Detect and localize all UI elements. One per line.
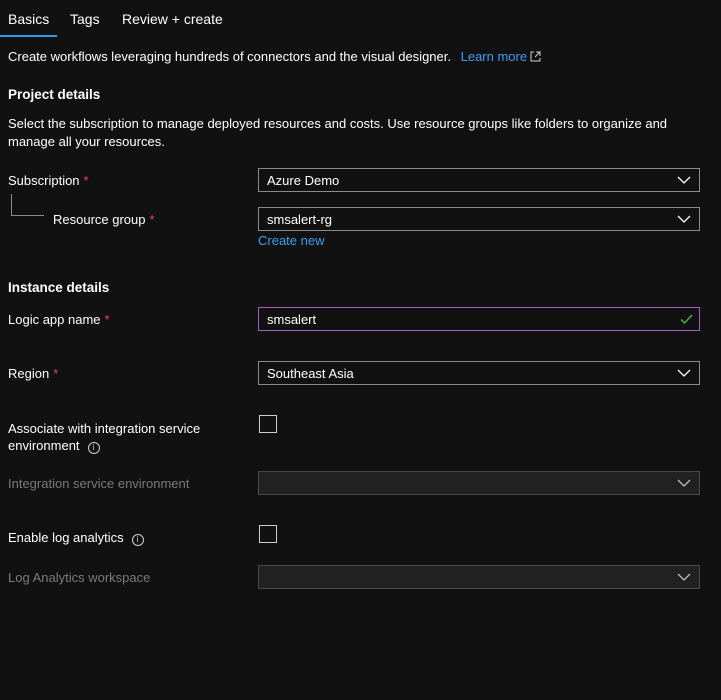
log-analytics-label-text: Enable log analytics	[8, 530, 124, 545]
region-dropdown[interactable]: Southeast Asia	[258, 361, 700, 385]
ise-associate-label-line2: environment	[8, 438, 80, 453]
subscription-dropdown[interactable]: Azure Demo	[258, 168, 700, 192]
required-marker: *	[83, 173, 89, 188]
info-icon[interactable]: i	[87, 442, 100, 454]
project-details-description: Select the subscription to manage deploy…	[8, 116, 668, 149]
chevron-down-icon	[677, 573, 691, 581]
project-details-heading: Project details	[8, 87, 101, 102]
resource-group-dropdown[interactable]: smsalert-rg	[258, 207, 700, 231]
ise-dropdown	[258, 471, 700, 495]
region-value: Southeast Asia	[267, 366, 354, 381]
intro-text: Create workflows leveraging hundreds of …	[8, 49, 541, 64]
log-workspace-label: Log Analytics workspace	[8, 570, 151, 585]
active-tab-indicator	[0, 35, 57, 37]
intro-description: Create workflows leveraging hundreds of …	[8, 49, 451, 64]
log-analytics-checkbox[interactable]	[259, 525, 277, 543]
required-marker: *	[104, 312, 110, 327]
resource-group-label: Resource group *	[53, 212, 155, 227]
region-label: Region *	[8, 366, 58, 381]
learn-more-link[interactable]: Learn more	[461, 49, 527, 64]
resource-group-label-text: Resource group	[53, 212, 146, 227]
required-marker: *	[149, 212, 155, 227]
ise-label: Integration service environment	[8, 476, 190, 491]
chevron-down-icon	[677, 369, 691, 377]
logic-app-name-label-text: Logic app name	[8, 312, 101, 327]
logic-app-name-input[interactable]: smsalert	[258, 307, 700, 331]
tab-review-create[interactable]: Review + create	[122, 11, 223, 27]
create-new-link[interactable]: Create new	[258, 233, 324, 248]
region-label-text: Region	[8, 366, 50, 381]
tree-connector	[11, 194, 44, 216]
tab-bar: Basics Tags Review + create	[0, 0, 721, 40]
subscription-value: Azure Demo	[267, 173, 340, 188]
instance-details-heading: Instance details	[8, 280, 110, 295]
log-analytics-label: Enable log analytics i	[8, 530, 144, 546]
tab-basics[interactable]: Basics	[8, 11, 49, 27]
logic-app-name-label: Logic app name *	[8, 312, 110, 327]
info-icon[interactable]: i	[131, 534, 144, 546]
chevron-down-icon	[677, 479, 691, 487]
ise-associate-label: Associate with integration service envir…	[8, 420, 200, 454]
resource-group-value: smsalert-rg	[267, 212, 333, 227]
external-link-icon[interactable]	[530, 51, 541, 62]
log-workspace-dropdown	[258, 565, 700, 589]
ise-associate-checkbox[interactable]	[259, 415, 277, 433]
subscription-label: Subscription *	[8, 173, 89, 188]
checkmark-icon	[680, 314, 693, 325]
ise-associate-label-line1: Associate with integration service	[8, 421, 201, 436]
chevron-down-icon	[677, 215, 691, 223]
logic-app-name-value: smsalert	[267, 312, 317, 327]
tab-tags[interactable]: Tags	[70, 11, 100, 27]
subscription-label-text: Subscription	[8, 173, 80, 188]
required-marker: *	[53, 366, 59, 381]
chevron-down-icon	[677, 176, 691, 184]
